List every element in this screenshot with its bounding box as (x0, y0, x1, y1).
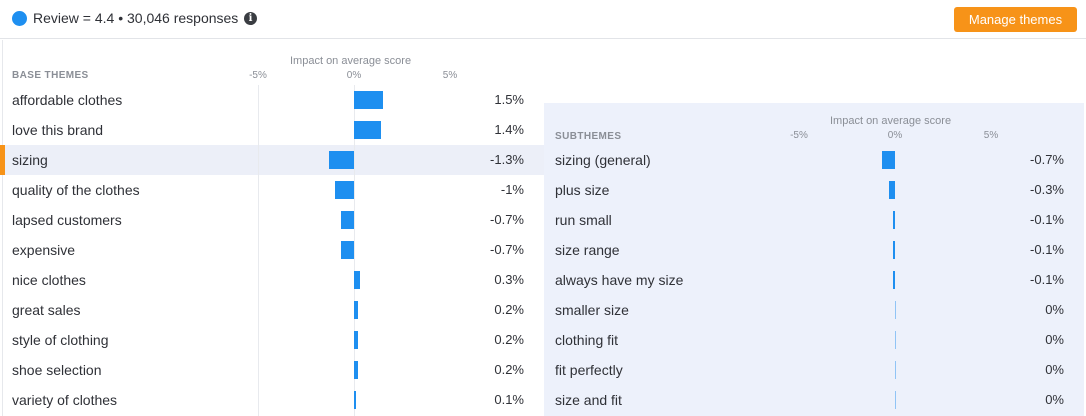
impact-value: 0.2% (494, 332, 524, 347)
subthemes-heading: SUBTHEMES (555, 131, 622, 142)
theme-label: size range (555, 242, 620, 258)
theme-row[interactable]: great sales 0.2% (0, 295, 544, 325)
impact-bar (893, 271, 895, 289)
impact-bar (889, 181, 895, 199)
theme-row[interactable]: love this brand 1.4% (0, 115, 544, 145)
impact-bar (354, 331, 358, 349)
impact-bar (354, 91, 383, 109)
impact-bar (340, 241, 354, 259)
theme-row[interactable]: run small -0.1% (544, 205, 1084, 235)
theme-row[interactable]: always have my size -0.1% (544, 265, 1084, 295)
impact-value: -0.1% (1030, 212, 1064, 227)
theme-row-selected[interactable]: sizing -1.3% (0, 145, 544, 175)
theme-label: affordable clothes (12, 92, 123, 108)
theme-row[interactable]: shoe selection 0.2% (0, 355, 544, 385)
impact-value: 1.5% (494, 92, 524, 107)
impact-value: 0.3% (494, 272, 524, 287)
impact-value: -1.3% (490, 152, 524, 167)
review-summary: Review = 4.4 • 30,046 responses (33, 10, 239, 26)
impact-value: 0.2% (494, 362, 524, 377)
impact-bar (895, 301, 896, 319)
info-icon[interactable]: i (244, 12, 257, 25)
impact-value: -0.7% (490, 242, 524, 257)
theme-row[interactable]: smaller size 0% (544, 295, 1084, 325)
impact-bar (329, 151, 354, 169)
score-dot-icon (12, 11, 27, 26)
impact-value: 0% (1045, 362, 1064, 377)
theme-label: size and fit (555, 392, 622, 408)
theme-label: style of clothing (12, 332, 109, 348)
impact-value: 0% (1045, 332, 1064, 347)
impact-bar (895, 361, 896, 379)
theme-row[interactable]: expensive -0.7% (0, 235, 544, 265)
sub-tick-pos5: 5% (983, 130, 999, 141)
theme-row[interactable]: sizing (general) -0.7% (544, 145, 1084, 175)
impact-value: 1.4% (494, 122, 524, 137)
theme-row[interactable]: style of clothing 0.2% (0, 325, 544, 355)
theme-label: always have my size (555, 272, 684, 288)
impact-value: -0.1% (1030, 272, 1064, 287)
impact-bar (893, 241, 895, 259)
impact-value: 0% (1045, 392, 1064, 407)
base-themes-heading: BASE THEMES (12, 70, 89, 81)
base-impact-title: Impact on average score (290, 55, 412, 67)
theme-label: sizing (12, 152, 48, 168)
impact-bar (881, 151, 895, 169)
theme-label: clothing fit (555, 332, 619, 348)
theme-row[interactable]: size and fit 0% (544, 385, 1084, 415)
theme-row[interactable]: size range -0.1% (544, 235, 1084, 265)
theme-label: expensive (12, 242, 76, 258)
theme-row[interactable]: lapsed customers -0.7% (0, 205, 544, 235)
theme-label: nice clothes (12, 272, 86, 288)
impact-value: -1% (500, 182, 524, 197)
sub-tick-neg5: -5% (790, 130, 808, 141)
theme-label: great sales (12, 302, 81, 318)
theme-label: quality of the clothes (12, 182, 140, 198)
theme-label: fit perfectly (555, 362, 623, 378)
impact-value: 0.1% (494, 392, 524, 407)
base-tick-zero: 0% (346, 70, 362, 81)
sub-impact-title: Impact on average score (830, 115, 952, 127)
impact-value: -0.3% (1030, 182, 1064, 197)
impact-value: -0.7% (1030, 152, 1064, 167)
impact-bar (354, 271, 360, 289)
impact-bar (893, 211, 895, 229)
theme-row[interactable]: nice clothes 0.3% (0, 265, 544, 295)
theme-label: smaller size (555, 302, 629, 318)
impact-value: -0.7% (490, 212, 524, 227)
theme-label: sizing (general) (555, 152, 651, 168)
impact-bar (354, 391, 356, 409)
impact-bar (354, 301, 358, 319)
impact-value: 0.2% (494, 302, 524, 317)
impact-bar (340, 211, 354, 229)
impact-bar (895, 331, 896, 349)
impact-value: -0.1% (1030, 242, 1064, 257)
base-tick-neg5: -5% (249, 70, 267, 81)
impact-bar (354, 361, 358, 379)
theme-row[interactable]: clothing fit 0% (544, 325, 1084, 355)
theme-label: run small (555, 212, 612, 228)
impact-bar (334, 181, 354, 199)
impact-value: 0% (1045, 302, 1064, 317)
theme-row[interactable]: affordable clothes 1.5% (0, 85, 544, 115)
theme-label: shoe selection (12, 362, 102, 378)
impact-bar (354, 121, 381, 139)
theme-label: love this brand (12, 122, 104, 138)
theme-row[interactable]: plus size -0.3% (544, 175, 1084, 205)
theme-row[interactable]: variety of clothes 0.1% (0, 385, 544, 415)
top-bar: Review = 4.4 • 30,046 responses i Manage… (0, 0, 1086, 39)
theme-label: variety of clothes (12, 392, 118, 408)
base-tick-pos5: 5% (442, 70, 458, 81)
impact-bar (895, 391, 896, 409)
theme-row[interactable]: quality of the clothes -1% (0, 175, 544, 205)
theme-label: plus size (555, 182, 610, 198)
manage-themes-button[interactable]: Manage themes (954, 7, 1077, 32)
theme-label: lapsed customers (12, 212, 122, 228)
theme-row[interactable]: fit perfectly 0% (544, 355, 1084, 385)
sub-tick-zero: 0% (887, 130, 903, 141)
